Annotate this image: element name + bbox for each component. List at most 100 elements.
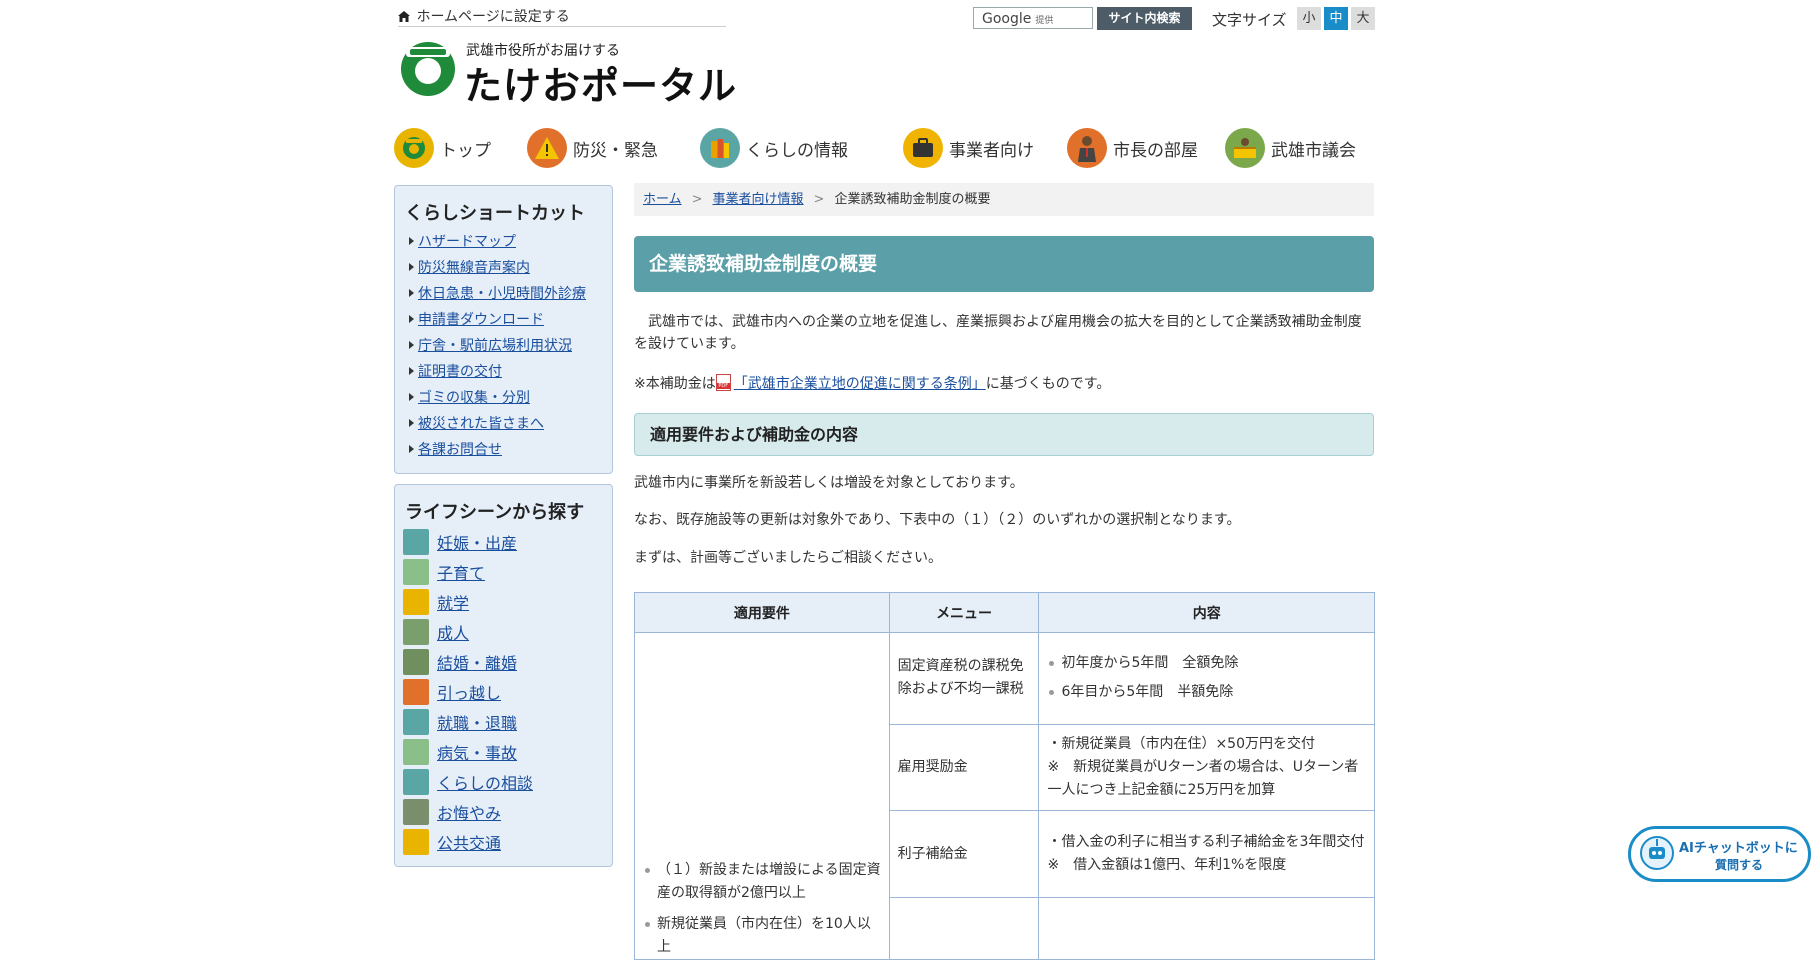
site-search-input[interactable]: Google 提供 bbox=[973, 7, 1093, 29]
couple-icon bbox=[403, 649, 429, 675]
lifescene-link[interactable]: 妊娠・出産 bbox=[437, 530, 517, 554]
search-provided-label: 提供 bbox=[1035, 16, 1054, 26]
content-line: ・借入金の利子に相当する利子補給金を3年間交付 bbox=[1047, 834, 1365, 851]
home-icon bbox=[398, 10, 412, 26]
lifescene-link[interactable]: 就職・退職 bbox=[437, 710, 517, 734]
shortcut-link[interactable]: 申請書ダウンロード bbox=[418, 312, 544, 328]
breadcrumb-separator: > bbox=[691, 192, 703, 207]
content-line: ※ 新規従業員がUターン者の場合は、Uターン者一人につき上記金額に25万円を加算 bbox=[1047, 759, 1359, 799]
shortcut-title: くらしショートカット bbox=[405, 203, 585, 224]
lifescene-title: ライフシーンから探す bbox=[405, 502, 585, 523]
basis-suffix: に基づくものです。 bbox=[985, 376, 1111, 392]
lifescene-item: 病気・事故 bbox=[403, 739, 517, 765]
lifescene-link[interactable]: 子育て bbox=[437, 560, 485, 584]
nav-assembly[interactable]: 武雄市議会 bbox=[1225, 127, 1356, 169]
pdf-icon bbox=[715, 374, 731, 391]
lifescene-item: お悔やみ bbox=[403, 799, 501, 825]
bullet-triangle-icon bbox=[409, 289, 414, 297]
breadcrumb-home[interactable]: ホーム bbox=[643, 192, 682, 207]
breadcrumb-current: 企業誘致補助金制度の概要 bbox=[834, 192, 991, 207]
lifescene-item: 妊娠・出産 bbox=[403, 529, 517, 555]
shortcut-item: ゴミの収集・分別 bbox=[409, 387, 530, 407]
lifescene-link[interactable]: 就学 bbox=[437, 590, 469, 614]
shortcut-link[interactable]: 休日急患・小児時間外診療 bbox=[418, 286, 586, 302]
font-size-medium-button[interactable]: 中 bbox=[1324, 7, 1348, 30]
intro-text: 武雄市では、武雄市内への企業の立地を促進し、産業振興および雇用機会の拡大を目的と… bbox=[634, 314, 1362, 352]
nav-mayor[interactable]: 市長の部屋 bbox=[1067, 127, 1198, 169]
content-cell bbox=[1038, 897, 1375, 960]
nav-assembly-label: 武雄市議会 bbox=[1271, 140, 1356, 161]
ordinance-pdf-link[interactable]: 「武雄市企業立地の促進に関する条例」 bbox=[734, 376, 986, 392]
nav-business[interactable]: 事業者向け bbox=[903, 127, 1034, 169]
bullet-triangle-icon bbox=[409, 445, 414, 453]
page-title: 企業誘致補助金制度の概要 bbox=[634, 236, 1374, 292]
font-size-large-button[interactable]: 大 bbox=[1351, 7, 1375, 30]
shortcut-panel: くらしショートカット ハザードマップ 防災無線音声案内 休日急患・小児時間外診療… bbox=[394, 185, 613, 474]
takeo-emblem-icon bbox=[401, 42, 455, 96]
shortcut-link[interactable]: ゴミの収集・分別 bbox=[418, 390, 530, 406]
lifescene-item: 結婚・離婚 bbox=[403, 649, 517, 675]
bullet-triangle-icon bbox=[409, 341, 414, 349]
content-cell: 初年度から5年間 全額免除 6年目から5年間 半額免除 bbox=[1038, 632, 1375, 725]
lifescene-link[interactable]: 公共交通 bbox=[437, 830, 501, 854]
bullet-triangle-icon bbox=[409, 419, 414, 427]
shortcut-link[interactable]: 庁舎・駅前広場利用状況 bbox=[418, 338, 572, 354]
bullet-triangle-icon bbox=[409, 393, 414, 401]
nav-disaster-label: 防災・緊急 bbox=[573, 140, 658, 161]
table-header-cell: 内容 bbox=[1038, 592, 1375, 633]
body-paragraph: なお、既存施設等の更新は対象外であり、下表中の（１）（２）のいずれかの選択制とな… bbox=[634, 512, 1241, 528]
content-item: 6年目から5年間 半額免除 bbox=[1047, 681, 1366, 704]
assembly-icon bbox=[1225, 128, 1265, 168]
basis-text: ※本補助金は 「武雄市企業立地の促進に関する条例」に基づくものです。 bbox=[634, 373, 1374, 395]
ai-chatbot-button[interactable]: AIチャットボットに 質問する bbox=[1628, 826, 1811, 882]
shortcut-item: 休日急患・小児時間外診療 bbox=[409, 283, 586, 303]
shortcut-link[interactable]: ハザードマップ bbox=[418, 234, 516, 250]
shortcut-item: 申請書ダウンロード bbox=[409, 309, 544, 329]
content-cell: ・新規従業員（市内在住）×50万円を交付 ※ 新規従業員がUターン者の場合は、U… bbox=[1038, 723, 1375, 812]
briefcase-icon bbox=[903, 128, 943, 168]
robot-icon bbox=[1640, 836, 1674, 870]
lifescene-item: 引っ越し bbox=[403, 679, 501, 705]
content-line: ・新規従業員（市内在住）×50万円を交付 bbox=[1047, 736, 1315, 753]
lifescene-item: 就職・退職 bbox=[403, 709, 517, 735]
train-icon bbox=[403, 829, 429, 855]
set-homepage-label: ホームページに設定する bbox=[416, 9, 570, 25]
site-logo[interactable]: 武雄市役所がお届けする たけおポータル bbox=[400, 38, 736, 108]
lifescene-item: 公共交通 bbox=[403, 829, 501, 855]
books-icon bbox=[700, 128, 740, 168]
shortcut-item: 防災無線音声案内 bbox=[409, 257, 530, 277]
lifescene-panel: ライフシーンから探す 妊娠・出産 子育て 就学 成人 結婚・離婚 引っ越し 就職… bbox=[394, 484, 613, 867]
shortcut-link[interactable]: 証明書の交付 bbox=[418, 364, 502, 380]
lifescene-link[interactable]: 成人 bbox=[437, 620, 469, 644]
shortcut-item: 証明書の交付 bbox=[409, 361, 502, 381]
pregnancy-icon bbox=[403, 529, 429, 555]
shortcut-link[interactable]: 被災された皆さまへ bbox=[418, 416, 544, 432]
bullet-triangle-icon bbox=[409, 315, 414, 323]
lifescene-link[interactable]: くらしの相談 bbox=[437, 770, 533, 794]
shortcut-item: 被災された皆さまへ bbox=[409, 413, 544, 433]
nav-business-label: 事業者向け bbox=[949, 140, 1034, 161]
medicine-icon bbox=[403, 739, 429, 765]
nav-disaster[interactable]: 防災・緊急 bbox=[527, 127, 658, 169]
set-homepage-link[interactable]: ホームページに設定する bbox=[398, 6, 726, 27]
nav-living[interactable]: くらしの情報 bbox=[700, 127, 848, 169]
nav-top-label: トップ bbox=[440, 140, 491, 161]
nav-living-label: くらしの情報 bbox=[746, 140, 848, 161]
shortcut-link[interactable]: 各課お問合せ bbox=[418, 442, 502, 458]
lifescene-link[interactable]: お悔やみ bbox=[437, 800, 501, 824]
shortcut-link[interactable]: 防災無線音声案内 bbox=[418, 260, 530, 276]
condolence-icon bbox=[403, 799, 429, 825]
site-search-button[interactable]: サイト内検索 bbox=[1097, 7, 1192, 30]
font-size-small-button[interactable]: 小 bbox=[1297, 7, 1321, 30]
menu-cell: 利子補給金 bbox=[888, 810, 1040, 899]
nav-top[interactable]: トップ bbox=[394, 127, 491, 169]
lifescene-item: くらしの相談 bbox=[403, 769, 533, 795]
lifescene-link[interactable]: 引っ越し bbox=[437, 680, 501, 704]
menu-cell bbox=[888, 897, 1040, 960]
basis-prefix: ※本補助金は bbox=[634, 376, 716, 392]
lifescene-link[interactable]: 結婚・離婚 bbox=[437, 650, 517, 674]
baby-bottle-icon bbox=[403, 559, 429, 585]
lifescene-link[interactable]: 病気・事故 bbox=[437, 740, 517, 764]
breadcrumb-parent[interactable]: 事業者向け情報 bbox=[713, 192, 804, 207]
adult-icon bbox=[403, 619, 429, 645]
